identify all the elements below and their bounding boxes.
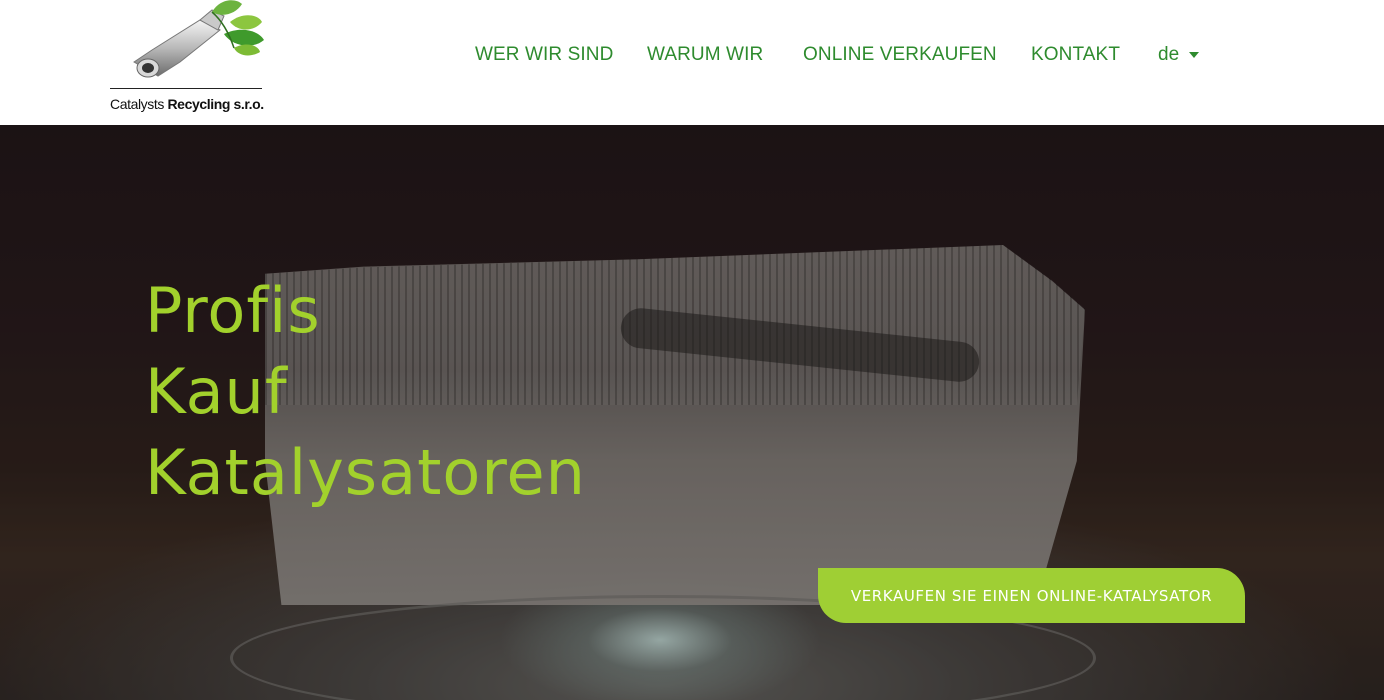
language-selector[interactable]: de	[1158, 44, 1200, 66]
hero-title-line-3: Katalysatoren	[145, 436, 586, 509]
hero-title: Profis Kauf Katalysatoren	[145, 270, 586, 513]
caret-down-icon	[1189, 52, 1200, 58]
logo-text-bold: Recycling s.r.o.	[167, 96, 264, 112]
nav-item-warum-wir[interactable]: WARUM WIR	[647, 44, 763, 66]
logo-text-regular: Catalysts	[110, 96, 168, 112]
nav-item-wer-wir-sind[interactable]: WER WIR SIND	[475, 44, 613, 66]
site-header: Catalysts Recycling s.r.o. WER WIR SIND …	[0, 0, 1384, 125]
hero-section: Profis Kauf Katalysatoren VERKAUFEN SIE …	[0, 125, 1384, 700]
logo-divider	[110, 88, 262, 89]
language-label: de	[1158, 44, 1180, 65]
hero-title-line-1: Profis	[145, 274, 321, 347]
hero-title-line-2: Kauf	[145, 355, 288, 428]
nav-item-kontakt[interactable]: KONTAKT	[1031, 44, 1120, 66]
nav-item-online-verkaufen[interactable]: ONLINE VERKAUFEN	[803, 44, 997, 66]
sell-catalyst-online-button[interactable]: VERKAUFEN SIE EINEN ONLINE-KATALYSATOR	[818, 568, 1245, 623]
main-navigation: WER WIR SIND WARUM WIR ONLINE VERKAUFEN …	[0, 44, 1384, 74]
logo-company-name: Catalysts Recycling s.r.o.	[110, 96, 270, 112]
